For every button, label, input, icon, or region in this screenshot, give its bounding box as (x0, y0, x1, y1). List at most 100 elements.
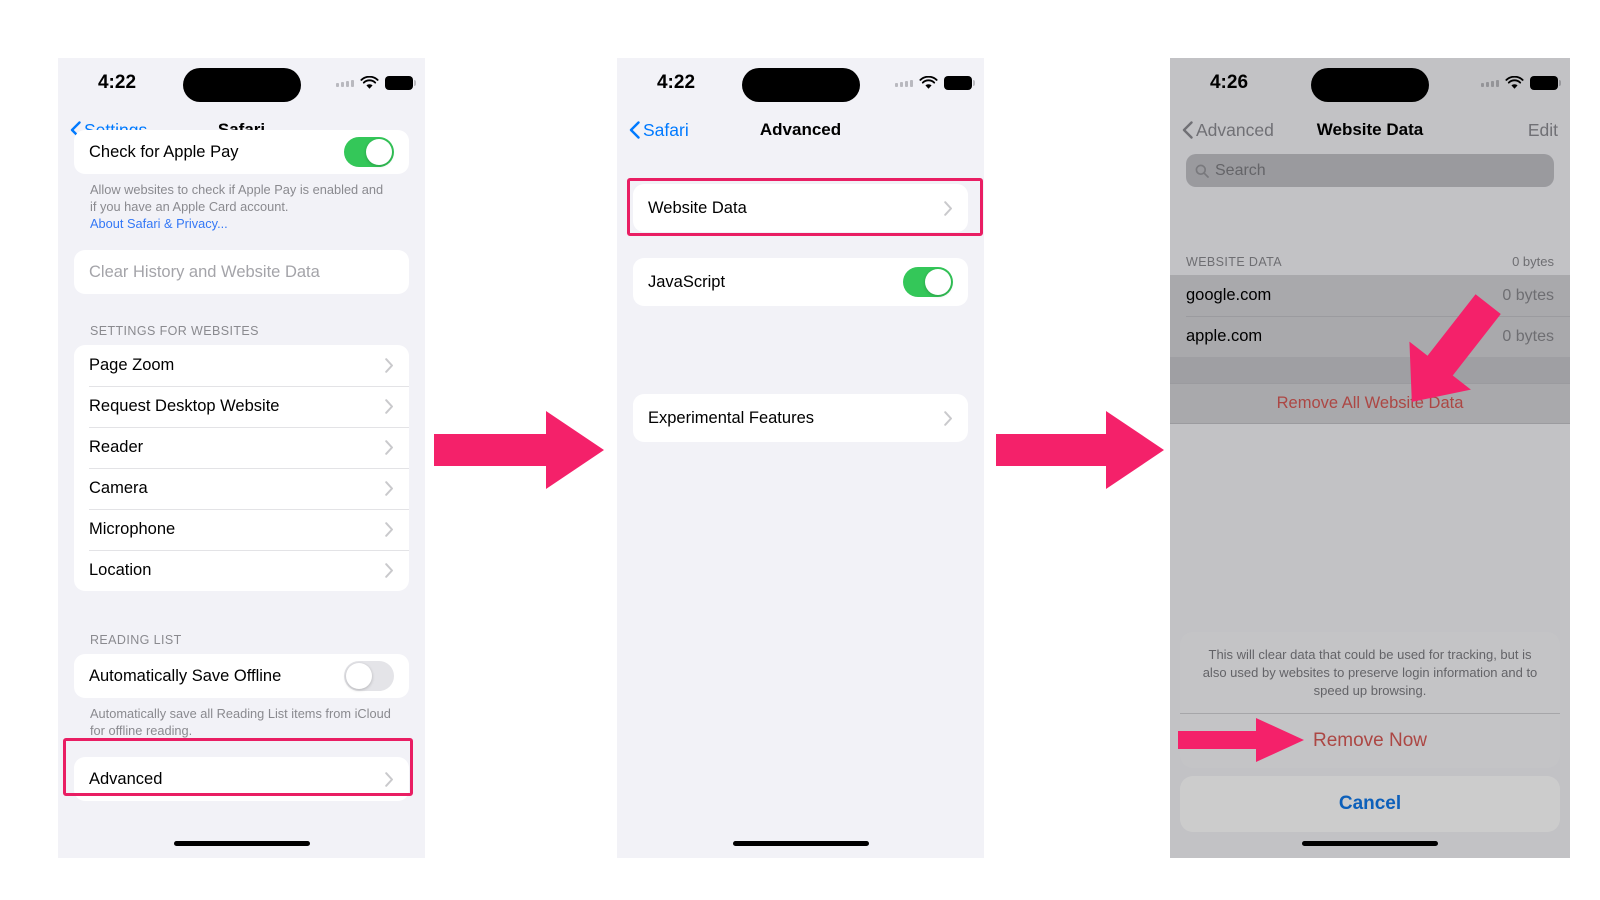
chevron-right-icon (385, 563, 393, 578)
website-data-list-header: WEBSITE DATA 0 bytes (1170, 247, 1570, 275)
dynamic-island (182, 68, 301, 102)
signal-dots-icon (1481, 79, 1499, 87)
wifi-icon (919, 76, 938, 89)
row-label: Microphone (89, 520, 176, 539)
callout-arrow-remove-now (1178, 718, 1304, 762)
row-javascript[interactable]: JavaScript (633, 258, 968, 306)
remove-now-label: Remove Now (1312, 729, 1428, 751)
search-input[interactable]: Search (1186, 154, 1554, 187)
status-indicators (895, 76, 975, 90)
apple-pay-label: Check for Apple Pay (89, 142, 239, 161)
javascript-label: JavaScript (648, 272, 726, 291)
chevron-right-icon (385, 399, 393, 414)
callout-arrow-remove-all (1409, 294, 1501, 402)
javascript-toggle[interactable] (903, 267, 953, 297)
status-bar: 4:26 (1170, 58, 1570, 108)
status-indicators (336, 76, 416, 90)
reading-list-header: READING LIST (90, 633, 182, 648)
step-arrow-2 (996, 411, 1164, 489)
row-label: Request Desktop Website (89, 397, 280, 416)
apple-pay-toggle[interactable] (344, 137, 394, 167)
cancel-button[interactable]: Cancel (1180, 776, 1560, 832)
dynamic-island (1311, 68, 1429, 102)
reading-list-footnote: Automatically save all Reading List item… (90, 706, 391, 739)
chevron-right-icon (385, 481, 393, 496)
row-advanced[interactable]: Advanced (74, 757, 409, 801)
row-microphone[interactable]: Microphone (74, 509, 409, 550)
experimental-features-label: Experimental Features (648, 408, 814, 427)
status-time: 4:22 (656, 72, 696, 93)
row-label: Page Zoom (89, 356, 175, 375)
back-button-safari[interactable]: Safari (629, 120, 689, 141)
clear-history-group: Clear History and Website Data (74, 250, 409, 295)
nav-bar: Advanced Website Data Edit (1170, 108, 1570, 152)
chevron-right-icon (385, 358, 393, 373)
apple-pay-footnote-text: Allow websites to check if Apple Pay is … (90, 182, 384, 215)
row-location[interactable]: Location (74, 550, 409, 591)
row-check-for-apple-pay[interactable]: Check for Apple Pay (74, 130, 409, 174)
chevron-right-icon (944, 200, 952, 216)
settings-content: Check for Apple Pay Allow websites to ch… (58, 130, 425, 802)
chevron-left-icon (629, 121, 640, 139)
back-label: Advanced (1196, 119, 1274, 140)
battery-icon (944, 76, 975, 90)
settings-for-websites-group: Page Zoom Request Desktop Website Reader… (74, 345, 409, 592)
website-data-label: Website Data (648, 198, 747, 217)
website-data-total-size: 0 bytes (1512, 254, 1554, 269)
apple-pay-group: Check for Apple Pay (74, 130, 409, 174)
battery-icon (385, 76, 416, 90)
home-indicator (173, 841, 310, 846)
status-bar: 4:22 (58, 58, 425, 108)
chevron-right-icon (385, 522, 393, 537)
about-safari-privacy-link[interactable]: About Safari & Privacy... (90, 215, 393, 232)
clear-history-label: Clear History and Website Data (89, 262, 320, 281)
wifi-icon (360, 76, 379, 89)
row-clear-history[interactable]: Clear History and Website Data (74, 250, 409, 294)
row-label: Reader (89, 438, 144, 457)
row-request-desktop-website[interactable]: Request Desktop Website (74, 386, 409, 427)
advanced-group: Advanced (74, 757, 409, 802)
website-data-group: Website Data (633, 184, 968, 232)
status-indicators (1481, 76, 1561, 90)
search-placeholder: Search (1215, 161, 1266, 179)
step-arrow-1 (434, 411, 604, 489)
action-sheet-message: This will clear data that could be used … (1202, 647, 1538, 699)
chevron-right-icon (385, 771, 393, 787)
edit-button[interactable]: Edit (1528, 120, 1558, 141)
nav-bar: Safari Advanced (617, 108, 984, 152)
cancel-label: Cancel (1338, 793, 1402, 814)
status-time: 4:22 (97, 72, 137, 93)
status-time: 4:26 (1209, 72, 1249, 93)
chevron-right-icon (944, 410, 952, 426)
back-label: Safari (643, 119, 689, 140)
back-button-advanced[interactable]: Advanced (1182, 120, 1274, 141)
phone-screen-advanced: 4:22 Safari Advanced Website Data JavaSc… (617, 58, 984, 858)
chevron-left-icon (1182, 121, 1193, 139)
auto-save-toggle[interactable] (344, 661, 394, 692)
battery-icon (1530, 76, 1561, 90)
site-domain: apple.com (1186, 327, 1263, 345)
phone-screen-safari-settings: 4:22 Settings Safari (58, 58, 425, 858)
javascript-group: JavaScript (633, 258, 968, 306)
home-indicator (1302, 841, 1438, 846)
advanced-content: Website Data JavaScript Experimental Fea… (617, 184, 984, 442)
magnifier-icon (1195, 164, 1209, 178)
row-website-data[interactable]: Website Data (633, 184, 968, 232)
auto-save-label: Automatically Save Offline (89, 666, 282, 685)
row-reader[interactable]: Reader (74, 427, 409, 468)
signal-dots-icon (336, 79, 354, 87)
settings-for-websites-header: SETTINGS FOR WEBSITES (90, 324, 259, 339)
row-page-zoom[interactable]: Page Zoom (74, 345, 409, 386)
tutorial-screenshot: 4:22 Settings Safari (0, 0, 1600, 900)
row-label: Camera (89, 479, 148, 498)
row-camera[interactable]: Camera (74, 468, 409, 509)
website-data-header-label: WEBSITE DATA (1186, 255, 1283, 269)
row-experimental-features[interactable]: Experimental Features (633, 394, 968, 442)
chevron-right-icon (385, 440, 393, 455)
row-automatically-save-offline[interactable]: Automatically Save Offline (74, 654, 409, 698)
advanced-label: Advanced (89, 769, 163, 788)
wifi-icon (1505, 76, 1524, 89)
experimental-features-group: Experimental Features (633, 394, 968, 442)
home-indicator (732, 841, 869, 846)
